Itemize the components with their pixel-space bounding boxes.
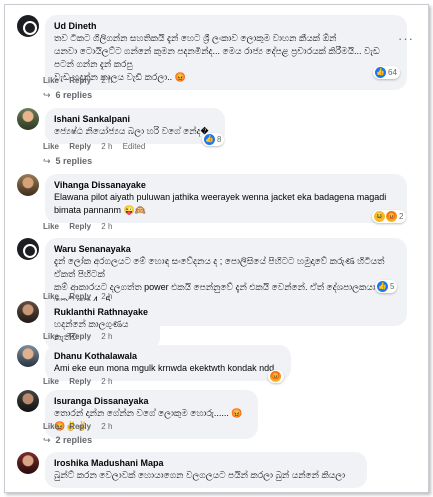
commenter-name[interactable]: Ud Dineth [54,20,398,32]
avatar[interactable] [17,390,39,412]
comment-actions: Like Reply 2 h [43,422,120,431]
reply-button[interactable]: Reply [69,292,91,301]
angry-icon: 😡 [270,371,281,382]
timestamp[interactable]: 2 h [101,332,112,341]
reply-button[interactable]: Reply [69,377,91,386]
timestamp[interactable]: 2 h [101,422,112,431]
reaction-count[interactable]: 👍 64 [373,66,400,79]
reaction-count[interactable]: 😡 [268,370,284,383]
timestamp[interactable]: 2 h [101,222,112,231]
avatar[interactable] [17,108,39,130]
reaction-count[interactable]: 😆 😡 2 [372,210,407,223]
reaction-count[interactable]: 👍 5 [375,280,398,293]
reaction-count[interactable]: 👍 8 [202,133,225,146]
commenter-name[interactable]: Vihanga Dissanayake [54,179,398,191]
comment-bubble: Isuranga Dissanayaka තොරන් දාන්න ගේන්න ව… [45,390,258,439]
like-icon: 👍 [204,134,215,145]
avatar[interactable] [17,174,39,196]
reply-button[interactable]: Reply [69,332,91,341]
avatar[interactable] [17,238,39,260]
like-button[interactable]: Like [43,422,59,431]
like-button[interactable]: Like [43,222,59,231]
comment-text: බුන්ට් කරන වෙලාවක් හොයාගෙන වලගලයට පයින් … [54,470,346,480]
more-options-icon[interactable]: ··· [398,31,414,46]
avatar[interactable] [17,452,39,474]
reply-button[interactable]: Reply [69,142,91,151]
edited-label: Edited [122,142,146,151]
reply-arrow-icon: ↪ [43,156,51,166]
reply-button[interactable]: Reply [69,76,91,85]
reply-arrow-icon: ↪ [43,435,51,445]
view-replies-button[interactable]: ↪ 6 replies [43,90,92,101]
avatar[interactable] [17,345,39,367]
commenter-name[interactable]: Ruklanthi Rathnayake [54,306,151,318]
angry-icon: 😡 [386,211,397,222]
comment-text: Ami eke eun mona mgulk krnwda ekektwth k… [54,363,275,373]
commenter-name[interactable]: Ishani Sankalpani [54,113,216,125]
reply-button[interactable]: Reply [69,422,91,431]
comment-actions: Like Reply 2 h [43,292,120,301]
timestamp[interactable]: 2 h [101,76,112,85]
like-icon: 👍 [377,281,388,292]
view-replies-button[interactable]: ↪ 2 replies [43,435,92,446]
view-replies-button[interactable]: ↪ 5 replies [43,156,92,167]
comment-actions: Like Reply 2 h [43,222,120,231]
like-button[interactable]: Like [43,292,59,301]
comment-actions: Like Reply 2 h [43,377,120,386]
timestamp[interactable]: 2 h [101,377,112,386]
haha-icon: 😆 [374,211,385,222]
comment-bubble: Vihanga Dissanayake Elawana pilot aiyath… [45,174,407,223]
like-button[interactable]: Like [43,142,59,151]
commenter-name[interactable]: Waru Senanayaka [54,243,398,255]
like-button[interactable]: Like [43,377,59,386]
commenter-name[interactable]: Isuranga Dissanayaka [54,395,249,407]
timestamp[interactable]: 2 h [101,142,112,151]
like-icon: 👍 [375,67,386,78]
commenter-name[interactable]: Iroshika Madushani Mapa [54,457,358,469]
like-button[interactable]: Like [43,332,59,341]
like-button[interactable]: Like [43,76,59,85]
commenter-name[interactable]: Dhanu Kothalawala [54,350,282,362]
avatar[interactable] [17,15,39,37]
avatar[interactable] [17,301,39,323]
timestamp[interactable]: 2 h [101,292,112,301]
comment-actions: Like Reply 2 h Edited [43,142,153,151]
comment-bubble: Dhanu Kothalawala Ami eke eun mona mgulk… [45,345,291,381]
reply-button[interactable]: Reply [69,222,91,231]
reply-arrow-icon: ↪ [43,90,51,100]
comment-text: Elawana pilot aiyath puluwan jathika wee… [54,192,387,215]
comment-text: ජ්‍යෙෂ්ඨ නියෝජ්‍යය බලා හරි වගේ නේද� [54,126,209,136]
comment-bubble: Iroshika Madushani Mapa බුන්ට් කරන වෙලාව… [45,452,367,488]
comment-bubble: Ishani Sankalpani ජ්‍යෙෂ්ඨ නියෝජ්‍යය බලා… [45,108,225,144]
comment-actions: Like Reply 2 h [43,76,120,85]
comment-bubble: Ruklanthi Rathnayake හදන්නේ කාලගුණය නැති… [45,301,160,350]
comment-actions: Like Reply 2 h [43,332,120,341]
comments-panel: Ud Dineth තව ටිකට ගිලිගන්න සහතිකයි දැන් … [4,4,429,493]
